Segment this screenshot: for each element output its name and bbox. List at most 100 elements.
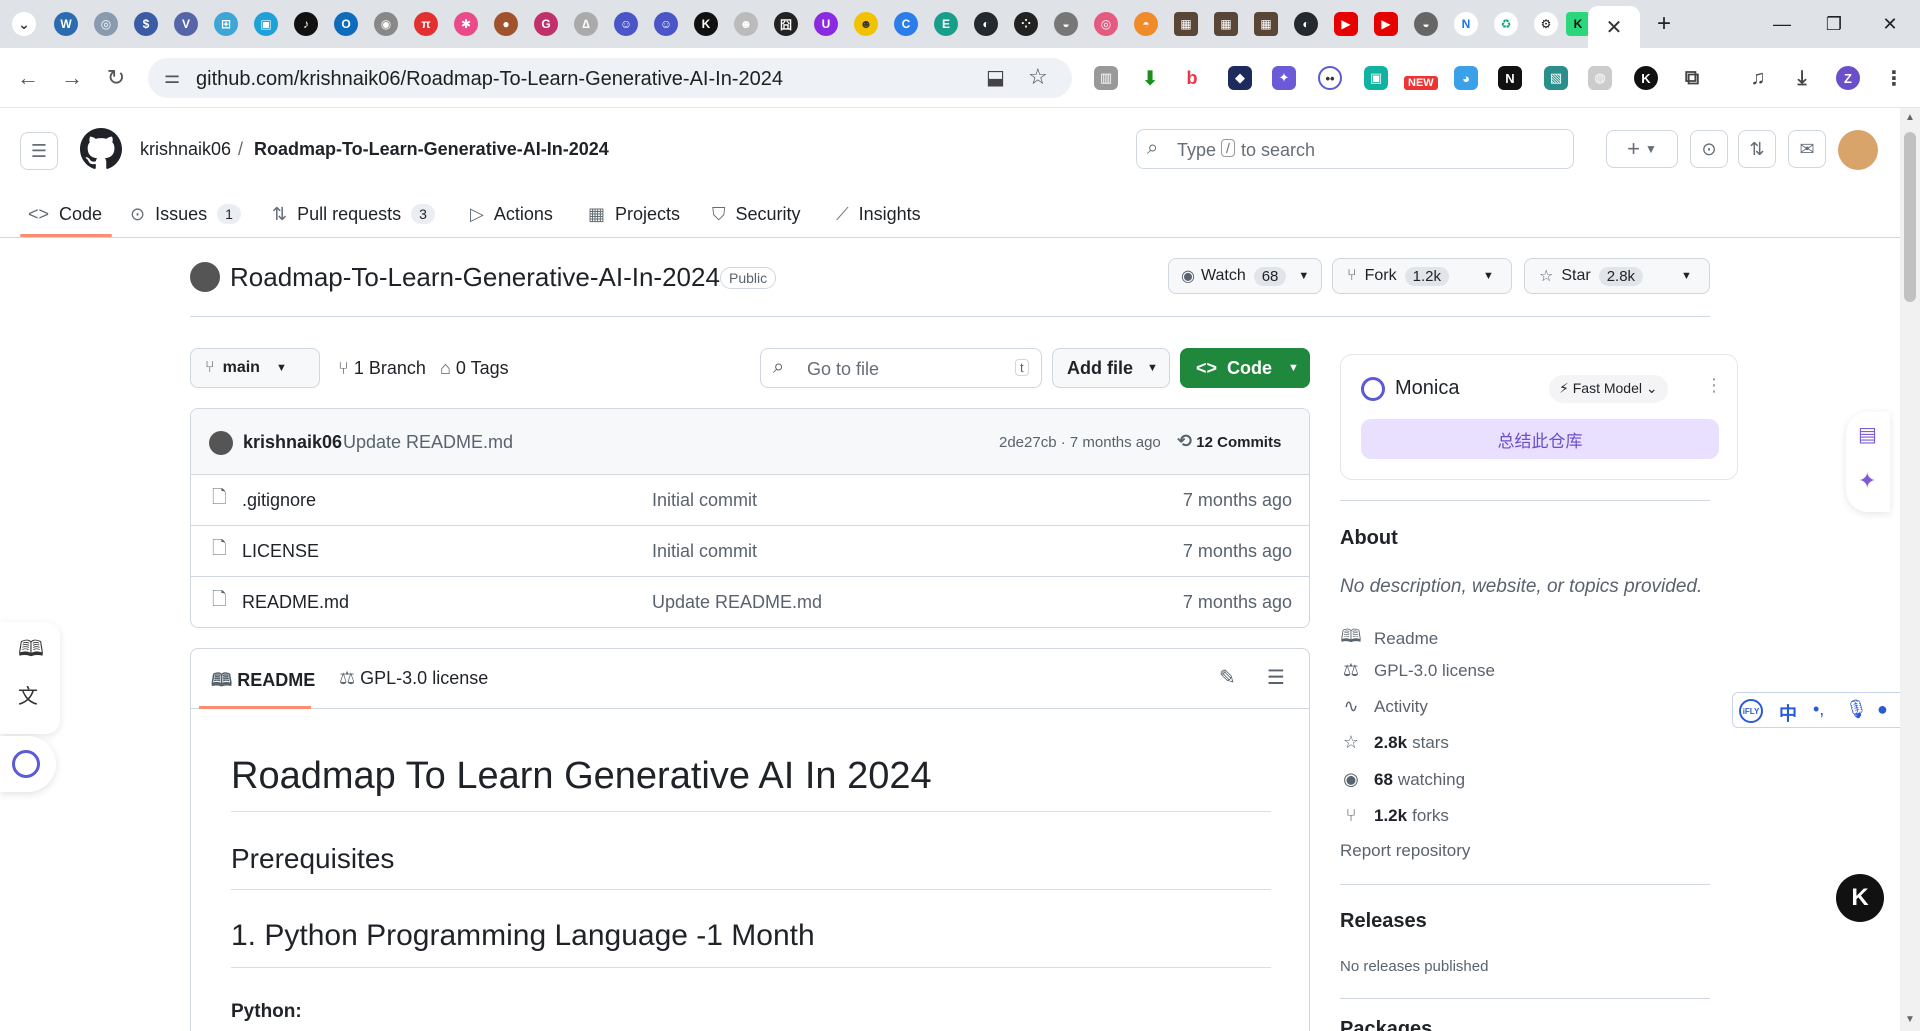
tab-favicon[interactable]: ▦ xyxy=(1214,12,1238,36)
new-tab-icon[interactable]: + xyxy=(1644,8,1684,40)
extension-icon[interactable]: K xyxy=(1634,66,1658,90)
scrollbar-thumb[interactable] xyxy=(1904,132,1916,302)
tab-favicon[interactable]: ☺ xyxy=(614,12,638,36)
tab-favicon[interactable]: ◐ xyxy=(974,12,998,36)
extension-icon[interactable]: ◆ xyxy=(1228,66,1252,90)
tab-favicon[interactable]: C xyxy=(894,12,918,36)
search-input[interactable]: ⌕ Type / to search xyxy=(1136,129,1574,169)
tab-insights[interactable]: ⟋ Insights xyxy=(836,190,921,238)
commit-message[interactable]: Update README.md xyxy=(343,432,513,453)
tab-favicon[interactable]: ♻ xyxy=(1494,12,1518,36)
download-arrow-icon[interactable]: ⬇ xyxy=(1138,66,1162,90)
close-tab-icon[interactable]: ✕ xyxy=(1606,15,1623,40)
tab-favicon[interactable]: ∆ xyxy=(574,12,598,36)
tab-search-chevron-icon[interactable]: ⌄ xyxy=(12,12,36,36)
ifly-logo-icon[interactable]: iFLY xyxy=(1739,699,1763,723)
extension-icon[interactable]: ◍ xyxy=(1588,66,1612,90)
tab-favicon[interactable]: ⁘ xyxy=(1014,12,1038,36)
go-to-file-input[interactable]: ⌕ Go to file t xyxy=(760,348,1042,388)
user-avatar[interactable] xyxy=(1838,130,1878,170)
tab-security[interactable]: ⛉ Security xyxy=(712,190,801,238)
back-icon[interactable]: ← xyxy=(12,62,44,94)
breadcrumb-repo[interactable]: Roadmap-To-Learn-Generative-AI-In-2024 xyxy=(254,139,609,160)
tab-favicon[interactable]: $ xyxy=(134,12,158,36)
tab-favicon[interactable]: ☻ xyxy=(734,12,758,36)
tab-issues[interactable]: ⊙ Issues 1 xyxy=(130,190,241,238)
site-info-icon[interactable]: ⚌ xyxy=(164,67,180,88)
tab-favicon[interactable]: ◉ xyxy=(374,12,398,36)
breadcrumb-owner[interactable]: krishnaik06 xyxy=(140,139,231,160)
tab-favicon[interactable]: ◓ xyxy=(1134,12,1158,36)
k-assistant-button[interactable]: K xyxy=(1836,874,1884,922)
tab-favicon[interactable]: U xyxy=(814,12,838,36)
maximize-icon[interactable]: ❐ xyxy=(1814,8,1854,40)
commit-author[interactable]: krishnaik06 xyxy=(243,432,342,453)
tab-favicon[interactable]: 囧 xyxy=(774,12,798,36)
tab-favicon[interactable]: E xyxy=(934,12,958,36)
extension-icon[interactable]: ▥ xyxy=(1094,66,1118,90)
hamburger-menu-icon[interactable]: ☰ xyxy=(20,132,58,170)
monica-float-button[interactable] xyxy=(0,736,56,792)
model-select[interactable]: ⚡ Fast Model ⌄ xyxy=(1549,375,1668,403)
translate-icon[interactable]: 文 xyxy=(18,680,38,709)
tab-favicon[interactable]: ◎ xyxy=(1094,12,1118,36)
extension-icon[interactable]: ◕ xyxy=(1454,66,1478,90)
tab-favicon[interactable]: ◒ xyxy=(1414,12,1438,36)
active-tab[interactable]: ✕ xyxy=(1588,6,1640,48)
tab-favicon[interactable]: ▣ xyxy=(254,12,278,36)
tab-favicon[interactable]: ▦ xyxy=(1174,12,1198,36)
tab-favicon[interactable]: K xyxy=(694,12,718,36)
tab-favicon[interactable]: ◎ xyxy=(94,12,118,36)
tab-actions[interactable]: ▷ Actions xyxy=(470,190,553,238)
bookmark-star-icon[interactable]: ☆ xyxy=(1028,64,1048,90)
tab-favicon[interactable]: V xyxy=(174,12,198,36)
tab-favicon[interactable]: ♪ xyxy=(294,12,318,36)
create-new-button[interactable]: + ▼ xyxy=(1606,130,1678,168)
tab-favicon[interactable]: G xyxy=(534,12,558,36)
pull-requests-icon[interactable]: ⇅ xyxy=(1738,130,1776,168)
license-link[interactable]: ⚖ GPL-3.0 license xyxy=(1340,660,1495,681)
notes-icon[interactable]: ▤ xyxy=(1858,422,1877,447)
releases-heading[interactable]: Releases xyxy=(1340,910,1427,933)
extension-icon[interactable]: ✦ xyxy=(1272,66,1296,90)
media-control-icon[interactable]: ♫ xyxy=(1746,66,1770,90)
watching-link[interactable]: ◉ 68 watching xyxy=(1340,769,1465,790)
table-row[interactable]: 🗋 .gitignore Initial commit 7 months ago xyxy=(190,474,1310,525)
tab-favicon[interactable]: ⚙ xyxy=(1534,12,1558,36)
chinese-input-toggle[interactable]: 中 xyxy=(1779,700,1797,726)
extension-icon[interactable]: ▣ xyxy=(1364,66,1388,90)
code-button[interactable]: <> Code ▼ xyxy=(1180,348,1310,388)
commits-link[interactable]: ⟲ 12 Commits xyxy=(1177,431,1281,452)
file-name[interactable]: .gitignore xyxy=(242,490,652,511)
forks-link[interactable]: ⑂ 1.2k forks xyxy=(1340,805,1449,826)
notion-icon[interactable]: N xyxy=(1498,66,1522,90)
reload-icon[interactable]: ↻ xyxy=(100,62,132,94)
tab-pull-requests[interactable]: ⇅ Pull requests 3 xyxy=(272,190,435,238)
inbox-icon[interactable]: ✉ xyxy=(1788,130,1826,168)
tab-favicon[interactable]: ▶ xyxy=(1374,12,1398,36)
fork-button[interactable]: ⑂ Fork 1.2k ▼ xyxy=(1332,258,1512,294)
sparkle-icon[interactable]: ✦ xyxy=(1858,468,1876,494)
report-repository-link[interactable]: Report repository xyxy=(1340,841,1470,861)
branches-link[interactable]: ⑂ 1 Branch xyxy=(338,358,426,379)
tab-favicon[interactable]: O xyxy=(334,12,358,36)
monica-extension-icon[interactable]: •• xyxy=(1318,66,1342,90)
table-row[interactable]: 🗋 README.md Update README.md 7 months ag… xyxy=(190,576,1310,627)
forward-icon[interactable]: → xyxy=(56,62,88,94)
file-commit-message[interactable]: Update README.md xyxy=(652,592,1172,613)
table-row[interactable]: 🗋 LICENSE Initial commit 7 months ago xyxy=(190,525,1310,576)
scroll-down-icon[interactable]: ▼ xyxy=(1905,1014,1915,1025)
url-text[interactable]: github.com/krishnaik06/Roadmap-To-Learn-… xyxy=(196,68,783,91)
tab-favicon[interactable]: ◒ xyxy=(1054,12,1078,36)
readme-tab[interactable]: 🕮 README xyxy=(211,668,315,698)
address-bar[interactable]: ⚌ github.com/krishnaik06/Roadmap-To-Lear… xyxy=(148,58,1072,98)
file-commit-message[interactable]: Initial commit xyxy=(652,541,1172,562)
close-window-icon[interactable]: ✕ xyxy=(1870,8,1910,40)
readme-link[interactable]: 🕮 Readme xyxy=(1340,624,1438,654)
scroll-up-icon[interactable]: ▲ xyxy=(1905,112,1915,123)
tags-link[interactable]: ⌂ 0 Tags xyxy=(440,358,509,379)
watch-button[interactable]: ◉ Watch 68 ▼ xyxy=(1168,258,1322,294)
tab-favicon[interactable]: ⊞ xyxy=(214,12,238,36)
scrollbar[interactable]: ▲ ▼ xyxy=(1900,108,1920,1031)
branch-select[interactable]: ⑂ main ▼ xyxy=(190,348,320,388)
